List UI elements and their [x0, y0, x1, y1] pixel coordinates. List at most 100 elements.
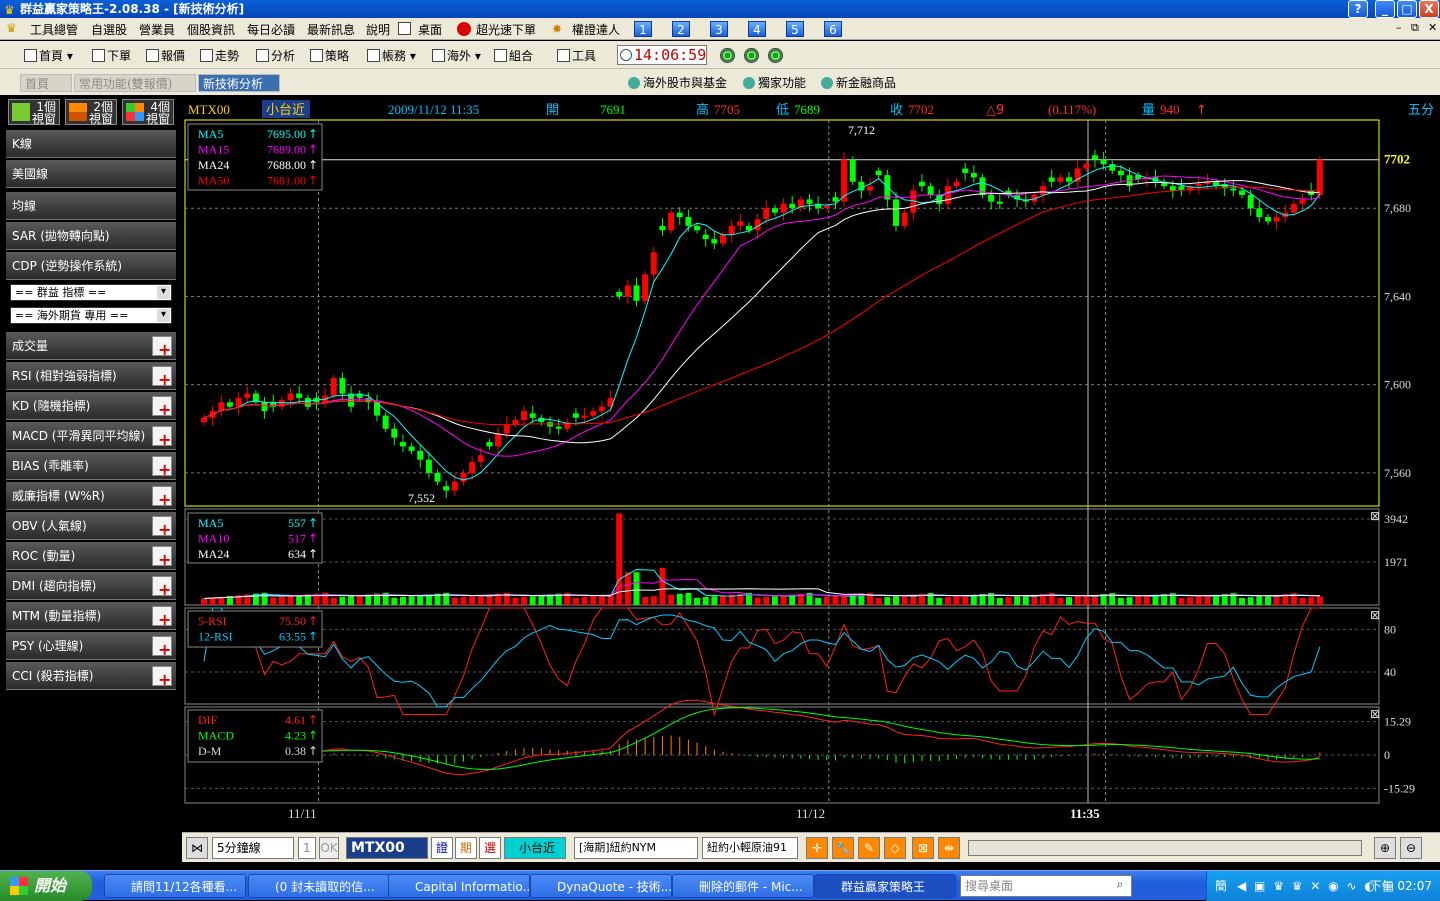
sidebar-item-us-bar[interactable]: 美國線 — [6, 160, 176, 188]
sidebar-indicator[interactable]: PSY (心理線) — [6, 632, 176, 664]
status-light-icon[interactable] — [744, 48, 759, 63]
search-icon[interactable]: ⌕ — [1110, 877, 1130, 895]
add-indicator-icon[interactable] — [152, 516, 172, 544]
sidebar-indicator[interactable]: BIAS (乖離率) — [6, 452, 176, 484]
excel-icon[interactable]: ⊠ — [912, 837, 934, 859]
futures-group-select[interactable]: == 海外期貨 專用 == — [10, 307, 172, 324]
pencil-icon[interactable]: ✎ — [858, 837, 880, 859]
taskbar-item[interactable]: Capital Informatio... — [388, 874, 530, 898]
four-window-button[interactable]: 4個 視窗 — [122, 99, 174, 125]
sidebar-indicator[interactable]: KD (隨機指標) — [6, 392, 176, 424]
one-window-button[interactable]: 1個 視窗 — [8, 99, 60, 125]
add-indicator-icon[interactable] — [152, 456, 172, 484]
menu-news[interactable]: 最新訊息 — [307, 21, 355, 38]
sidebar-indicator[interactable]: OBV (人氣線) — [6, 512, 176, 544]
menu-broker[interactable]: 營業員 — [139, 21, 175, 38]
trend-button[interactable]: 走勢 — [200, 47, 239, 64]
add-indicator-icon[interactable] — [152, 486, 172, 514]
zoom-out-icon[interactable]: ⊖ — [1400, 837, 1422, 859]
account-button[interactable]: 帳務 ▾ — [367, 47, 416, 64]
layout-3-button[interactable]: 3 — [710, 21, 728, 37]
maximize-button[interactable]: □ — [1397, 0, 1417, 18]
menu-daily[interactable]: 每日必讀 — [247, 21, 295, 38]
layout-4-button[interactable]: 4 — [748, 21, 766, 37]
combo-button[interactable]: 組合 — [494, 47, 533, 64]
quicklink-exclusive[interactable]: 獨家功能 — [743, 74, 806, 91]
sidebar-indicator[interactable]: DMI (趨向指標) — [6, 572, 176, 604]
start-button[interactable]: 開始 — [0, 871, 92, 901]
close-panel-icon[interactable]: ⊠ — [1370, 608, 1380, 622]
sidebar-item-kline[interactable]: K線 — [6, 130, 176, 158]
add-indicator-icon[interactable] — [152, 666, 172, 694]
sidebar-indicator[interactable]: 成交量 — [6, 332, 176, 364]
interval-select[interactable]: 5分鐘線 — [212, 837, 294, 859]
close-button[interactable]: X — [1419, 0, 1439, 18]
ime-icon[interactable]: 簡 — [1215, 871, 1227, 901]
mdi-close-icon[interactable]: ✕ — [1428, 21, 1437, 34]
options-button[interactable]: 選 — [479, 837, 501, 859]
taskbar-item[interactable]: 請問11/12各種看... — [104, 874, 246, 898]
quicklink-overseas[interactable]: 海外股市與基金 — [628, 74, 727, 91]
layout-5-button[interactable]: 5 — [786, 21, 804, 37]
tab-tech-analysis[interactable]: 新技術分析 — [198, 74, 280, 92]
help-button[interactable]: ? — [1348, 0, 1368, 18]
sidebar-item-sar[interactable]: SAR (拋物轉向點) — [6, 222, 176, 250]
add-indicator-icon[interactable] — [152, 546, 172, 574]
futures-button[interactable]: 期 — [455, 837, 477, 859]
mdi-restore-icon[interactable]: ⧉ — [1411, 21, 1419, 35]
quote-button[interactable]: 報價 — [146, 47, 185, 64]
split-icon[interactable]: ⇹ — [938, 837, 960, 859]
menu-help[interactable]: 說明 — [366, 21, 390, 38]
taskbar-item[interactable]: 刪除的郵件 - Mic... — [672, 874, 814, 898]
ok-button[interactable]: OK — [319, 837, 339, 859]
add-indicator-icon[interactable] — [152, 366, 172, 394]
tab-home[interactable]: 首頁 — [20, 74, 72, 92]
menu-watchlist[interactable]: 自選股 — [91, 21, 127, 38]
zoom-in-icon[interactable]: ⊕ — [1374, 837, 1396, 859]
strategy-button[interactable]: 策略 — [310, 47, 349, 64]
tools-button[interactable]: 工具 — [557, 47, 596, 64]
menu-desktop[interactable]: 桌面 — [418, 21, 442, 38]
status-light-icon[interactable] — [768, 48, 783, 63]
sidebar-item-cdp[interactable]: CDP (逆勢操作系統) — [6, 252, 176, 280]
wrench-icon[interactable]: 🔧 — [832, 837, 854, 859]
menu-fast-order[interactable]: 超光速下單 — [476, 21, 536, 38]
quicklink-new-products[interactable]: 新金融商品 — [821, 74, 896, 91]
order-button[interactable]: 下單 — [92, 47, 131, 64]
eraser-icon[interactable]: ◇ — [884, 837, 906, 859]
sidebar-indicator[interactable]: CCI (殺若指標) — [6, 662, 176, 694]
stock-button[interactable]: 證 — [431, 837, 453, 859]
two-window-button[interactable]: 2個 視窗 — [65, 99, 117, 125]
menu-tools[interactable]: 工具總管 — [30, 21, 78, 38]
chart-scrollbar[interactable] — [968, 840, 1362, 856]
sidebar-item-ma[interactable]: 均線 — [6, 192, 176, 220]
add-indicator-icon[interactable] — [152, 336, 172, 364]
close-panel-icon[interactable]: ⊠ — [1370, 509, 1380, 523]
sidebar-indicator[interactable]: RSI (相對強弱指標) — [6, 362, 176, 394]
layout-2-button[interactable]: 2 — [672, 21, 690, 37]
menu-warrant[interactable]: 權證達人 — [572, 21, 620, 38]
market-select[interactable]: [海期]紐約NYM — [574, 837, 698, 859]
analysis-button[interactable]: 分析 — [256, 47, 295, 64]
sidebar-indicator[interactable]: ROC (動量) — [6, 542, 176, 574]
product-select[interactable]: 紐約小輕原油91 — [702, 837, 798, 859]
minimize-button[interactable]: _ — [1375, 0, 1395, 18]
layout-1-button[interactable]: 1 — [634, 21, 652, 37]
overseas-button[interactable]: 海外 ▾ — [432, 47, 481, 64]
sidebar-indicator[interactable]: 威廉指標 (W%R) — [6, 482, 176, 514]
close-panel-icon[interactable]: ⊠ — [1370, 707, 1380, 721]
mdi-minimize-icon[interactable]: – — [1396, 21, 1402, 34]
indicator-group-select[interactable]: == 群益 指標 == — [10, 284, 172, 301]
add-indicator-icon[interactable] — [152, 426, 172, 454]
technical-chart[interactable]: MTX00 小台近 2009/11/12 11:35 開 7691 高 7705… — [184, 96, 1440, 830]
layout-6-button[interactable]: 6 — [824, 21, 842, 37]
desktop-search-input[interactable]: 搜尋桌面 — [960, 875, 1132, 897]
add-indicator-icon[interactable] — [152, 606, 172, 634]
taskbar-item[interactable]: (0 封未讀取的信... — [248, 874, 390, 898]
sidebar-indicator[interactable]: MTM (動量指標) — [6, 602, 176, 634]
count-input[interactable]: 1 — [298, 837, 316, 859]
taskbar-item-active[interactable]: 群益贏家策略王 — [814, 874, 956, 898]
status-light-icon[interactable] — [720, 48, 735, 63]
crosshair-icon[interactable]: ✛ — [806, 837, 828, 859]
sidebar-indicator[interactable]: MACD (平滑異同平均線) — [6, 422, 176, 454]
